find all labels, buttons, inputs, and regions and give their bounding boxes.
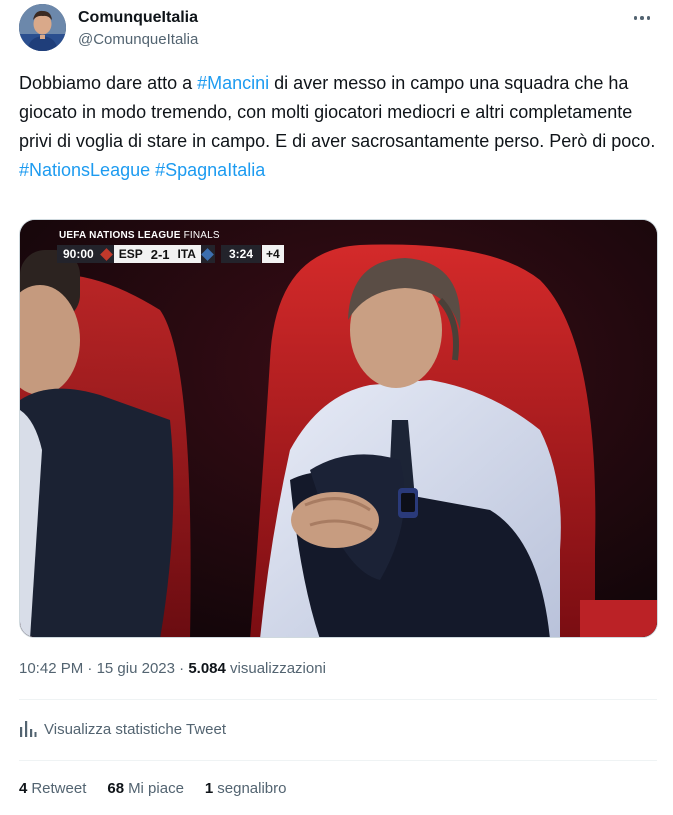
- hashtag-link[interactable]: #SpagnaItalia: [155, 160, 265, 180]
- tweet-stats: 4 Retweet 68 Mi piace 1 segnalibro: [19, 779, 286, 799]
- views-count: 5.084: [188, 660, 226, 677]
- away-team-code: ITA: [177, 247, 196, 261]
- tweet-meta: 10:42 PM · 15 giu 2023 · 5.084 visualizz…: [19, 659, 326, 679]
- tweet-text-segment: Dobbiamo dare atto a: [19, 73, 198, 93]
- retweets-count: 4: [19, 780, 28, 797]
- tweet-media-photo[interactable]: UEFA NATIONS LEAGUE FINALS 90:00 ESP 2-1…: [19, 219, 658, 638]
- meta-separator: ·: [87, 660, 93, 677]
- tweet-header: ComunqueItalia @ComunqueItalia: [19, 4, 657, 52]
- divider: [19, 760, 657, 761]
- bookmarks-count: 1: [204, 780, 214, 797]
- competition-stage: FINALS: [183, 230, 220, 241]
- view-analytics-link[interactable]: Visualizza statistiche Tweet: [19, 718, 226, 740]
- competition-label: UEFA NATIONS LEAGUE FINALS: [57, 230, 284, 242]
- hashtag-link[interactable]: #NationsLeague: [19, 160, 150, 180]
- match-time: 90:00: [57, 245, 100, 263]
- photo-illustration: [20, 220, 657, 637]
- tweet-date[interactable]: 15 giu 2023: [97, 660, 175, 677]
- views-label: visualizzazioni: [230, 660, 326, 677]
- home-team-code: ESP: [118, 247, 143, 261]
- added-time: +4: [262, 245, 284, 263]
- scorebug-row: 90:00 ESP 2-1 ITA 3:24 +4: [57, 245, 284, 263]
- likes-count: 68: [107, 780, 125, 797]
- retweets-label: Retweet: [31, 780, 87, 797]
- bookmarks-stat[interactable]: 1 segnalibro: [205, 779, 287, 799]
- home-team: ESP: [113, 245, 148, 263]
- analytics-label: Visualizza statistiche Tweet: [44, 720, 227, 738]
- italy-crest-icon: [200, 245, 215, 263]
- more-horizontal-icon[interactable]: [627, 6, 657, 30]
- analytics-bars-icon: [20, 721, 37, 737]
- tweet-time[interactable]: 10:42 PM: [19, 660, 83, 677]
- handle[interactable]: @ComunqueItalia: [78, 30, 198, 50]
- stoppage-clock: 3:24: [220, 245, 261, 263]
- author-names: ComunqueItalia @ComunqueItalia: [78, 8, 198, 50]
- spain-crest-icon: [99, 245, 114, 263]
- tweet-text: Dobbiamo dare atto a #Mancini di aver me…: [19, 69, 659, 185]
- likes-stat[interactable]: 68 Mi piace: [107, 779, 184, 799]
- display-name[interactable]: ComunqueItalia: [78, 8, 198, 28]
- bookmarks-label: segnalibro: [217, 780, 287, 797]
- retweets-stat[interactable]: 4 Retweet: [19, 779, 86, 799]
- hashtag-link[interactable]: #Mancini: [197, 73, 269, 93]
- avatar[interactable]: [19, 4, 66, 51]
- match-score: 2-1: [147, 245, 173, 263]
- meta-separator: ·: [179, 660, 185, 677]
- avatar-photo-icon: [19, 4, 66, 51]
- away-team: ITA: [172, 245, 201, 263]
- divider: [19, 699, 657, 700]
- scorebug: UEFA NATIONS LEAGUE FINALS 90:00 ESP 2-1…: [57, 230, 284, 263]
- competition-name: UEFA NATIONS LEAGUE: [59, 230, 181, 241]
- likes-label: Mi piace: [128, 780, 184, 797]
